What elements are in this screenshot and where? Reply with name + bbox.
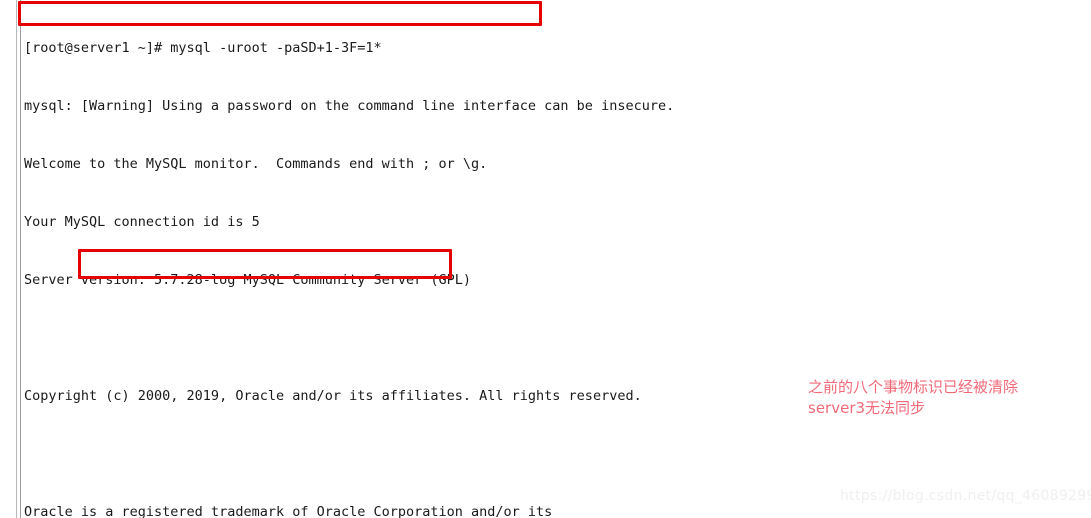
window-edge-line-inner [20, 0, 21, 518]
annotation-note: 之前的八个事物标识已经被清除 server3无法同步 [808, 377, 1018, 419]
highlight-box-query [78, 249, 452, 279]
copyright-line: Copyright (c) 2000, 2019, Oracle and/or … [24, 387, 642, 404]
watermark-text: https://blog.csdn.net/qq_46089299 [840, 488, 1091, 504]
shell-prompt-line: [root@server1 ~]# mysql -uroot -paSD+1-3… [24, 39, 382, 56]
trademark-line-1: Oracle is a registered trademark of Orac… [24, 503, 553, 518]
terminal-screenshot: [root@server1 ~]# mysql -uroot -paSD+1-3… [0, 0, 1091, 518]
highlight-box-command [18, 1, 542, 26]
annotation-line-1: 之前的八个事物标识已经被清除 [808, 378, 1019, 396]
warning-line: mysql: [Warning] Using a password on the… [24, 97, 675, 114]
welcome-line: Welcome to the MySQL monitor. Commands e… [24, 155, 488, 172]
connection-id-line: Your MySQL connection id is 5 [24, 213, 260, 230]
window-edge-line-outer [16, 0, 17, 518]
annotation-line-2: server3无法同步 [808, 399, 926, 417]
